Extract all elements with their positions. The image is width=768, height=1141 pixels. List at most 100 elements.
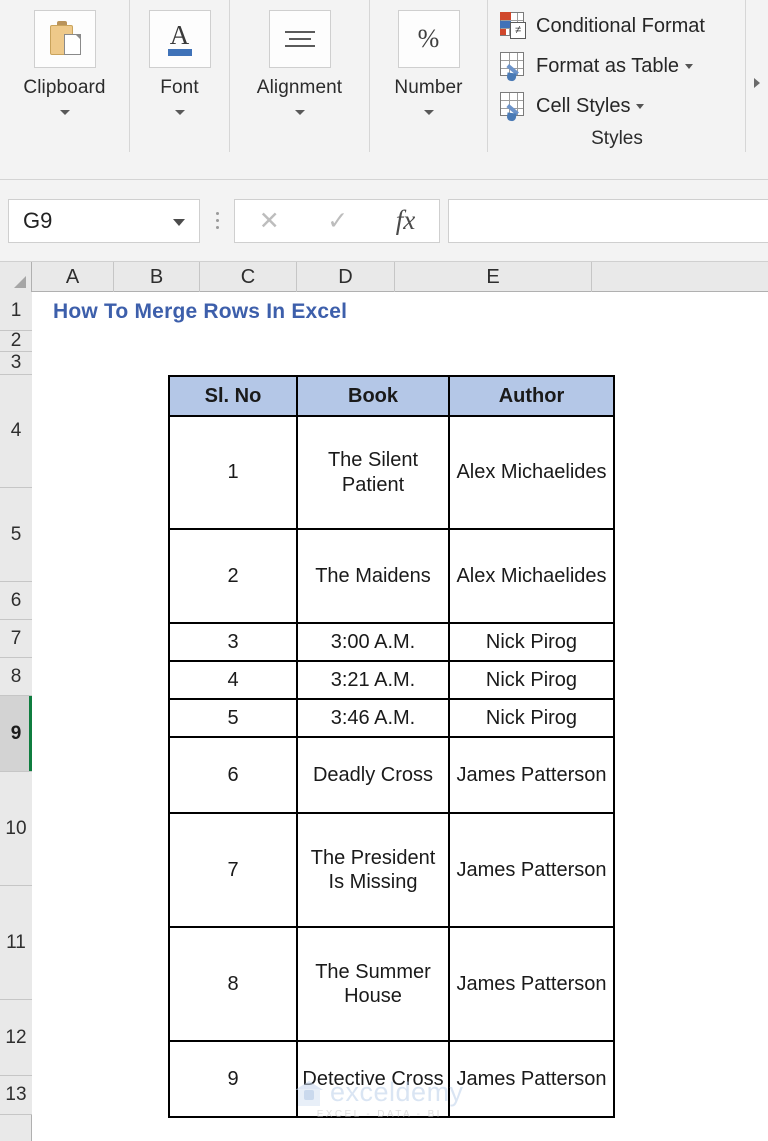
insert-function-icon[interactable]: fx <box>396 205 416 236</box>
format-as-table-label: Format as Table <box>536 54 680 77</box>
cell-author[interactable]: James Patterson <box>448 812 615 928</box>
row-header-11[interactable]: 11 <box>0 886 32 1000</box>
alignment-dropdown-icon[interactable] <box>294 110 305 115</box>
cell-author[interactable]: Alex Michaelides <box>448 528 615 624</box>
cell-author[interactable]: James Patterson <box>448 1040 615 1118</box>
ribbon-toolbar: Clipboard A Font Alignment % Number ≠ Co… <box>0 0 768 180</box>
ribbon-group-label-alignment: Alignment <box>256 77 343 98</box>
table-row[interactable]: 8 The Summer House James Patterson <box>168 926 615 1042</box>
name-box[interactable]: G9 <box>8 198 200 243</box>
ribbon-group-label-font: Font <box>160 77 199 98</box>
cell-author[interactable]: James Patterson <box>448 926 615 1042</box>
row-header-12[interactable]: 12 <box>0 1000 32 1076</box>
font-dropdown-icon[interactable] <box>174 110 185 115</box>
format-as-table-button[interactable]: Format as Table <box>496 46 746 86</box>
cell-sl[interactable]: 7 <box>168 812 298 928</box>
row-header-4[interactable]: 4 <box>0 375 32 488</box>
ribbon-group-font[interactable]: A Font <box>130 0 230 152</box>
sheet-cells-area[interactable]: How To Merge Rows In Excel Sl. No Book A… <box>33 292 768 1141</box>
table-row[interactable]: 1 The Silent Patient Alex Michaelides <box>168 415 615 530</box>
row-header-6[interactable]: 6 <box>0 582 32 620</box>
table-row[interactable]: 4 3:21 A.M. Nick Pirog <box>168 660 615 700</box>
alignment-lines-icon <box>283 24 317 54</box>
column-header-e[interactable]: E <box>395 262 592 292</box>
number-button[interactable]: % <box>397 10 460 68</box>
name-box-chevron-down-icon[interactable] <box>173 218 185 226</box>
table-row[interactable]: 7 The President Is Missing James Patters… <box>168 812 615 928</box>
row-header-9[interactable]: 9 <box>0 696 32 772</box>
row-header-2[interactable]: 2 <box>0 330 32 352</box>
table-row[interactable]: 2 The Maidens Alex Michaelides <box>168 528 615 624</box>
format-as-table-icon <box>496 51 530 81</box>
ribbon-group-number[interactable]: % Number <box>370 0 488 152</box>
column-header-b[interactable]: B <box>114 262 200 292</box>
name-box-value: G9 <box>23 207 53 233</box>
conditional-formatting-label: Conditional Format <box>536 14 705 37</box>
column-header-c[interactable]: C <box>200 262 297 292</box>
formula-bar-handle[interactable] <box>200 199 234 243</box>
table-header-book[interactable]: Book <box>296 375 450 417</box>
table-row[interactable]: 3 3:00 A.M. Nick Pirog <box>168 622 615 662</box>
table-header-author[interactable]: Author <box>448 375 615 417</box>
cell-author[interactable]: Nick Pirog <box>448 622 615 662</box>
cell-sl[interactable]: 5 <box>168 698 298 738</box>
font-button[interactable]: A <box>148 10 211 68</box>
cell-author[interactable]: James Patterson <box>448 736 615 814</box>
percent-icon: % <box>417 24 440 53</box>
watermark-brand: exceldemy <box>330 1077 464 1107</box>
ribbon-group-label-number: Number <box>394 77 463 98</box>
clipboard-button[interactable] <box>33 10 96 68</box>
cell-author[interactable]: Nick Pirog <box>448 698 615 738</box>
cell-styles-label: Cell Styles <box>536 94 631 117</box>
cell-sl[interactable]: 2 <box>168 528 298 624</box>
cell-sl[interactable]: 1 <box>168 415 298 530</box>
ribbon-expand-icon[interactable] <box>754 78 760 88</box>
conditional-formatting-icon: ≠ <box>496 11 530 41</box>
row-header-7[interactable]: 7 <box>0 620 32 658</box>
ribbon-group-alignment[interactable]: Alignment <box>230 0 370 152</box>
row-header-10[interactable]: 10 <box>0 772 32 886</box>
ribbon-divider <box>745 0 746 152</box>
ribbon-group-label-styles: Styles <box>591 128 643 149</box>
formula-input[interactable] <box>448 198 768 243</box>
cell-book[interactable]: 3:21 A.M. <box>296 660 450 700</box>
cell-styles-icon <box>496 91 530 121</box>
cell-book[interactable]: The Maidens <box>296 528 450 624</box>
select-all-button[interactable] <box>0 262 32 292</box>
cancel-icon[interactable]: ✕ <box>259 206 280 236</box>
merged-rows-table: Sl. No Book Author 1 The Silent Patient … <box>168 375 615 1118</box>
watermark-tagline: EXCEL - DATA - BI <box>316 1109 442 1120</box>
column-header-d[interactable]: D <box>297 262 395 292</box>
cell-sl[interactable]: 8 <box>168 926 298 1042</box>
table-row[interactable]: 5 3:46 A.M. Nick Pirog <box>168 698 615 738</box>
cell-author[interactable]: Nick Pirog <box>448 660 615 700</box>
cell-book[interactable]: The Silent Patient <box>296 415 450 530</box>
cell-book[interactable]: Deadly Cross <box>296 736 450 814</box>
alignment-button[interactable] <box>268 10 331 68</box>
cell-book[interactable]: 3:00 A.M. <box>296 622 450 662</box>
cell-book[interactable]: The Summer House <box>296 926 450 1042</box>
cell-sl[interactable]: 6 <box>168 736 298 814</box>
cell-sl[interactable]: 3 <box>168 622 298 662</box>
row-header-5[interactable]: 5 <box>0 488 32 582</box>
row-header-8[interactable]: 8 <box>0 658 32 696</box>
table-header-sl-no[interactable]: Sl. No <box>168 375 298 417</box>
cell-sl[interactable]: 9 <box>168 1040 298 1118</box>
cell-styles-button[interactable]: Cell Styles <box>496 86 746 126</box>
cell-author[interactable]: Alex Michaelides <box>448 415 615 530</box>
format-as-table-chevron-down-icon[interactable] <box>685 63 694 69</box>
cell-book[interactable]: The President Is Missing <box>296 812 450 928</box>
column-header-a[interactable]: A <box>32 262 114 292</box>
cell-book[interactable]: 3:46 A.M. <box>296 698 450 738</box>
ribbon-group-clipboard[interactable]: Clipboard <box>0 0 130 152</box>
conditional-formatting-button[interactable]: ≠ Conditional Format <box>496 6 746 46</box>
row-header-13[interactable]: 13 <box>0 1076 32 1115</box>
table-row[interactable]: 6 Deadly Cross James Patterson <box>168 736 615 814</box>
cell-styles-chevron-down-icon[interactable] <box>636 103 645 109</box>
cell-sl[interactable]: 4 <box>168 660 298 700</box>
row-header-1[interactable]: 1 <box>0 292 32 331</box>
clipboard-dropdown-icon[interactable] <box>59 110 70 115</box>
number-dropdown-icon[interactable] <box>423 110 434 115</box>
enter-icon[interactable]: ✓ <box>327 206 348 236</box>
row-header-3[interactable]: 3 <box>0 352 32 375</box>
